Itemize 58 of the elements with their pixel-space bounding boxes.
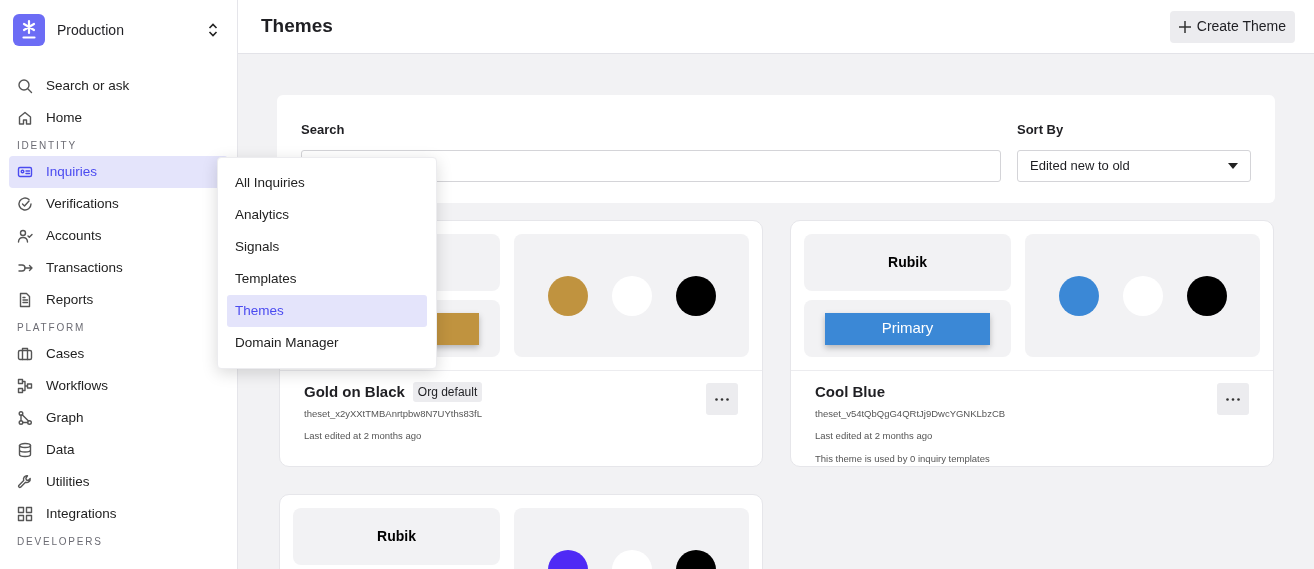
workspace-name[interactable]: Production: [57, 19, 208, 41]
sidebar-item[interactable]: Home: [9, 102, 228, 134]
check-circle-icon: [17, 196, 33, 212]
sidebar-item[interactable]: Integrations: [9, 498, 228, 530]
home-icon: [17, 110, 33, 126]
theme-id: theset_x2yXXtTMBAnrtpbw8N7UYths83fL: [304, 407, 483, 421]
caret-icon: [1228, 162, 1238, 169]
briefcase-icon: [17, 346, 33, 362]
font-name: Rubik: [888, 253, 927, 272]
search-icon: [17, 78, 33, 94]
more-icon: [1226, 397, 1240, 401]
more-icon: [715, 397, 729, 401]
submenu-item[interactable]: Domain Manager: [227, 327, 427, 359]
usage-text: This theme is used by 0 inquiry templates: [815, 451, 991, 466]
submenu-item[interactable]: Signals: [227, 231, 427, 263]
sidebar-item[interactable]: Workflows: [9, 370, 228, 402]
font-name: Rubik: [377, 527, 416, 546]
section-label: DEVELOPERS: [16, 534, 104, 549]
sidebar-item[interactable]: Data: [9, 434, 228, 466]
primary-button-sample: Primary: [825, 312, 990, 345]
database-icon: [17, 442, 33, 458]
last-edited-text: Last edited at 2 months ago: [304, 429, 423, 444]
theme-name: Gold on Black: [304, 381, 405, 402]
theme-name: Cool Blue: [815, 381, 885, 402]
sidebar-item[interactable]: Accounts: [9, 220, 228, 252]
submenu-item[interactable]: All Inquiries: [227, 167, 427, 199]
plus-icon: [1178, 20, 1191, 33]
page-title: Themes: [261, 14, 333, 39]
submenu-item[interactable]: Themes: [227, 295, 427, 327]
submenu-item[interactable]: Analytics: [227, 199, 427, 231]
last-edited-text: Last edited at 2 months ago: [815, 429, 934, 444]
id-card-icon: [17, 164, 33, 180]
logo-icon: [13, 14, 45, 46]
sort-dropdown[interactable]: Edited new to old: [1017, 149, 1251, 182]
sidebar-item[interactable]: Transactions: [9, 252, 228, 284]
theme-id: theset_v54tQbQgG4QRtJj9DwcYGNKLbzCB: [815, 407, 1006, 421]
user-check-icon: [17, 228, 33, 244]
sidebar-item[interactable]: Verifications: [9, 188, 228, 220]
document-icon: [17, 292, 33, 308]
section-label: PLATFORM: [16, 320, 87, 335]
create-theme-button[interactable]: Create Theme: [1169, 10, 1295, 43]
graph-icon: [17, 410, 33, 426]
chevron-updown-icon[interactable]: [208, 23, 218, 37]
search-label: Search: [301, 121, 346, 139]
wrench-icon: [17, 474, 33, 490]
more-button[interactable]: [706, 383, 738, 415]
sidebar-item[interactable]: Reports: [9, 284, 228, 316]
sort-label: Sort By: [1017, 121, 1065, 139]
sidebar-item[interactable]: Utilities: [9, 466, 228, 498]
sidebar-item[interactable]: Cases: [9, 338, 228, 370]
grid-icon: [17, 506, 33, 522]
org-default-badge: Org default: [412, 382, 483, 402]
submenu-item[interactable]: Templates: [227, 263, 427, 295]
sidebar-item[interactable]: Graph: [9, 402, 228, 434]
more-button[interactable]: [1217, 383, 1249, 415]
sidebar-item[interactable]: Search or ask: [9, 70, 228, 102]
section-label: IDENTITY: [16, 138, 78, 153]
workflow-icon: [17, 378, 33, 394]
